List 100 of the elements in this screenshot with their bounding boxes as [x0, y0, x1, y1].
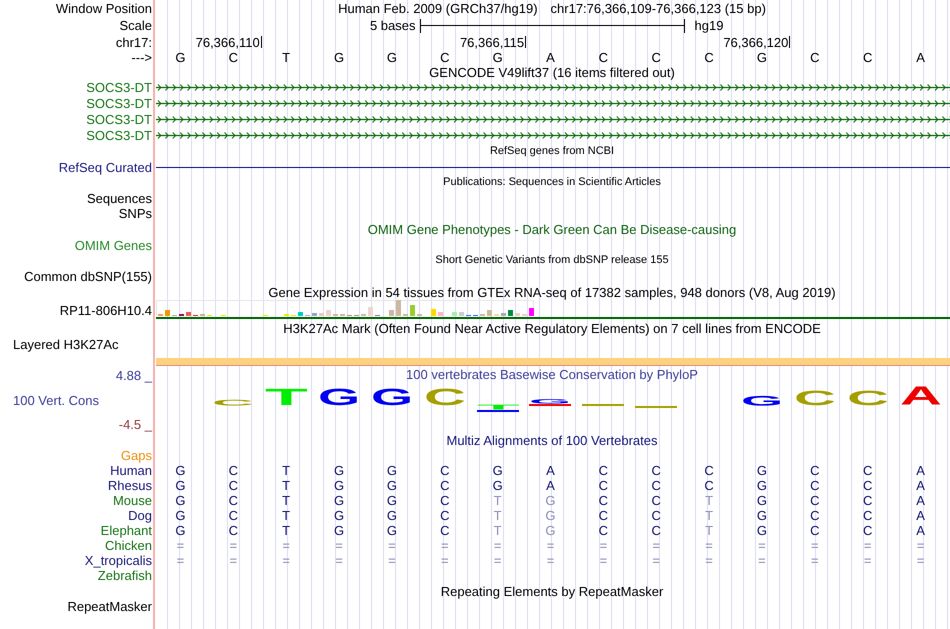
- track-label[interactable]: SNPs: [118, 206, 152, 221]
- alignment-base: G: [545, 508, 556, 523]
- alignment-base: =: [282, 538, 290, 553]
- alignment-base: =: [176, 553, 184, 568]
- track-label[interactable]: 100 Vert. Cons: [13, 392, 99, 408]
- alignment-base: C: [598, 508, 608, 523]
- track-label[interactable]: OMIM Genes: [74, 238, 152, 253]
- alignment-base: C: [228, 463, 238, 478]
- coordinate-label: 76,366,120: [723, 34, 788, 50]
- track-label[interactable]: SOCS3-DT: [86, 112, 152, 127]
- track-label[interactable]: Sequences: [86, 191, 152, 206]
- alignment-base: G: [175, 463, 186, 478]
- expression-bar: [410, 305, 415, 316]
- scale-span-label: 5 bases: [370, 18, 416, 33]
- alignment-base: A: [916, 478, 925, 493]
- sequence-base: A: [916, 50, 925, 65]
- alignment-base: C: [652, 508, 661, 523]
- alignment-base: G: [334, 478, 344, 493]
- alignment-base: C: [598, 493, 608, 508]
- assembly-name: Human Feb. 2009 (GRCh37/hg19): [338, 1, 538, 16]
- alignment-base: =: [864, 538, 872, 553]
- species-label[interactable]: X_tropicalis: [84, 553, 152, 568]
- track-title: RefSeq genes from NCBI: [490, 144, 614, 159]
- species-label[interactable]: Rhesus: [108, 478, 152, 493]
- track-title: Gene Expression in 54 tissues from GTEx RNA-seq of 17382 samples, 948 donors (V8, Aug 2019): [268, 284, 836, 300]
- sequence-base: A: [546, 50, 555, 65]
- alignment-base: G: [334, 508, 344, 523]
- species-label[interactable]: Chicken: [105, 538, 152, 553]
- alignment-base: G: [334, 493, 344, 508]
- track-label[interactable]: Common dbSNP(155): [24, 268, 152, 284]
- logo-letter: A: [900, 387, 942, 406]
- species-label[interactable]: Human: [110, 463, 152, 478]
- sequence-base: G: [386, 50, 397, 65]
- track-title: OMIM Gene Phenotypes - Dark Green Can Be Disease-causing: [368, 222, 736, 237]
- row-label: Scale: [119, 18, 152, 33]
- expression-bar: [515, 313, 520, 316]
- track-label[interactable]: SOCS3-DT: [86, 96, 152, 112]
- expression-bar: [438, 312, 443, 316]
- alignment-base: C: [652, 463, 661, 478]
- species-label[interactable]: Mouse: [112, 493, 152, 508]
- alignment-base: G: [492, 478, 503, 493]
- alignment-base: C: [704, 463, 714, 478]
- sequence-base: C: [440, 50, 450, 65]
- alignment-base: G: [175, 523, 186, 538]
- alignment-base: =: [335, 553, 343, 568]
- alignment-base: C: [652, 493, 661, 508]
- alignment-base: G: [386, 478, 397, 493]
- expression-bar: [501, 313, 506, 316]
- alignment-base: A: [916, 523, 925, 538]
- track-label[interactable]: RepeatMasker: [67, 599, 152, 614]
- logo-letter: C: [846, 391, 889, 406]
- track-label[interactable]: RefSeq Curated: [58, 160, 152, 175]
- alignment-base: C: [652, 478, 661, 493]
- alignment-base: =: [705, 538, 713, 553]
- track-label[interactable]: SOCS3-DT: [86, 80, 152, 96]
- alignment-base: G: [545, 493, 556, 508]
- track-label[interactable]: RP11-806H10.4: [60, 303, 152, 318]
- track-label[interactable]: Layered H3K27Ac: [13, 337, 119, 352]
- coordinate-label: 76,366,115: [460, 34, 524, 50]
- alignment-base: =: [546, 553, 554, 568]
- species-label[interactable]: Dog: [128, 508, 152, 523]
- row-label: Window Position: [56, 1, 152, 16]
- logo-letter: G: [370, 389, 414, 406]
- alignment-base: =: [546, 538, 554, 553]
- track-title: GENCODE V49lift37 (16 items filtered out): [429, 65, 675, 80]
- track-label[interactable]: SOCS3-DT: [86, 128, 152, 143]
- sequence-base: G: [334, 50, 344, 65]
- sequence-base: G: [175, 50, 186, 65]
- expression-bar: [431, 309, 436, 316]
- alignment-base: T: [282, 463, 290, 478]
- alignment-base: C: [810, 463, 820, 478]
- alignment-base: C: [228, 508, 238, 523]
- alignment-base: T: [705, 493, 714, 508]
- alignment-base: C: [810, 478, 820, 493]
- sequence-base: C: [863, 50, 872, 65]
- logo-letter: C: [424, 389, 466, 406]
- alignment-base: C: [863, 523, 872, 538]
- alignment-base: G: [386, 493, 397, 508]
- alignment-base: C: [228, 493, 238, 508]
- expression-bar: [368, 307, 373, 316]
- alignment-base: =: [811, 553, 819, 568]
- alignment-base: C: [652, 523, 661, 538]
- expression-bar: [298, 312, 303, 316]
- alignment-base: C: [440, 508, 450, 523]
- alignment-base: C: [440, 493, 450, 508]
- logo-letter: T: [265, 389, 308, 406]
- species-label[interactable]: Elephant: [100, 523, 152, 538]
- alignment-base: =: [229, 538, 238, 553]
- species-label[interactable]: Zebrafish: [98, 568, 152, 583]
- expression-bar: [319, 313, 324, 316]
- tick-mark: [789, 36, 790, 48]
- expression-bar: [529, 308, 534, 316]
- alignment-base: =: [494, 538, 502, 553]
- alignment-base: T: [282, 508, 290, 523]
- expression-bar: [459, 312, 464, 316]
- alignment-base: C: [863, 493, 872, 508]
- alignment-base: G: [386, 508, 397, 523]
- track-title: H3K27Ac Mark (Often Found Near Active Regulatory Elements) on 7 cell lines from ENCODE: [283, 320, 821, 336]
- tick-mark: [260, 36, 262, 48]
- alignment-base: C: [440, 478, 450, 493]
